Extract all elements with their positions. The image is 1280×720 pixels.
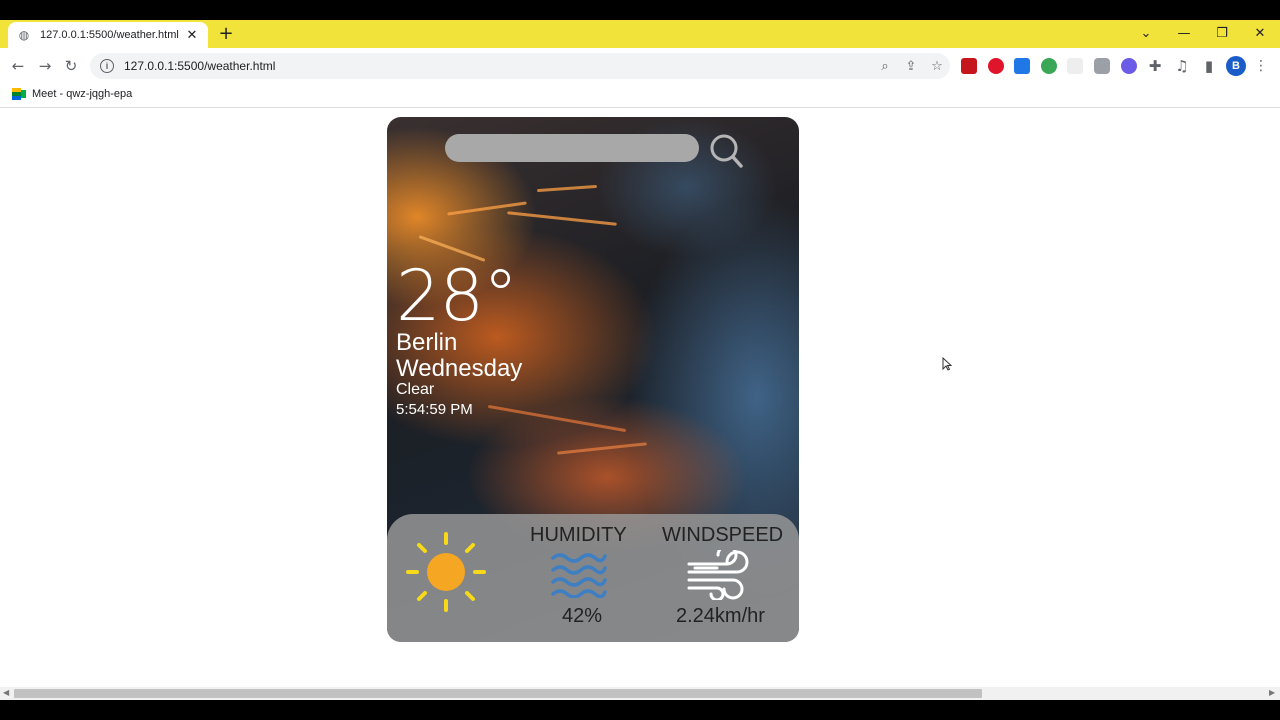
bookmark-label: Meet - qwz-jqgh-epa [32,88,133,100]
cloud-streak [487,404,627,433]
humidity-label: HUMIDITY [530,524,627,546]
scroll-left-arrow-icon[interactable]: ◀ [3,688,9,697]
scrollbar-thumb[interactable] [14,689,982,698]
windspeed-value: 2.24km/hr [676,605,765,627]
purple-extension-icon[interactable] [1121,58,1137,74]
waves-icon [551,553,607,598]
screen: ◍ 127.0.0.1:5500/weather.html ✕ + ⌄ — ❐ … [0,0,1280,720]
blank-extension-icon[interactable] [1067,58,1083,74]
new-tab-button[interactable]: + [216,24,236,44]
browser-toolbar: ← → ↻ i 127.0.0.1:5500/weather.html ⌕ ⇪ … [0,48,1280,84]
sun-icon [406,532,486,612]
restore-button[interactable]: ❐ [1208,24,1236,44]
temperature: 28° [396,255,518,337]
pdf-extension-icon[interactable] [961,58,977,74]
more-menu-icon[interactable]: ⋮ [1254,56,1268,76]
weather-condition: Clear [396,381,435,398]
bookmark-meet[interactable]: Meet - qwz-jqgh-epa [12,88,132,100]
site-info-icon[interactable]: i [100,59,114,73]
globe-icon: ◍ [18,28,30,42]
opera-extension-icon[interactable] [988,58,1004,74]
local-time: 5:54:59 PM [396,401,473,418]
bookmark-star-icon[interactable]: ☆ [924,59,950,74]
humidity-value: 42% [562,605,603,627]
forward-button[interactable]: → [34,55,56,77]
close-tab-icon[interactable]: ✕ [184,28,200,43]
weather-details-panel: HUMIDITY 42% WINDSPEED 2.24km/hr [387,514,799,642]
cloud-streak [507,211,617,226]
page-content: 28° Berlin Wednesday Clear 5:54:59 PM HU… [0,109,1280,687]
meet-icon [12,88,26,100]
cloud-streak [536,184,598,193]
top-frame [0,0,1280,20]
side-panel-icon[interactable]: ▮ [1198,55,1220,77]
day-name: Wednesday [396,355,523,382]
cloud-streak [557,442,647,455]
city-name: Berlin [396,329,458,356]
green-extension-icon[interactable] [1041,58,1057,74]
browser-tab[interactable]: ◍ 127.0.0.1:5500/weather.html ✕ [8,22,208,48]
camera-extension-icon[interactable] [1094,58,1110,74]
bookmarks-bar: Meet - qwz-jqgh-epa [0,84,1280,108]
search-icon[interactable] [709,133,743,169]
tab-strip: ◍ 127.0.0.1:5500/weather.html ✕ [0,20,1280,48]
back-button[interactable]: ← [7,55,29,77]
tab-title: 127.0.0.1:5500/weather.html [40,29,179,41]
wind-icon [687,550,749,600]
windspeed-label: WINDSPEED [662,524,784,546]
city-search-input[interactable] [445,134,699,162]
address-bar[interactable]: i 127.0.0.1:5500/weather.html ⌕ ⇪ ☆ [90,53,950,79]
scroll-right-arrow-icon[interactable]: ▶ [1269,688,1275,697]
close-window-button[interactable]: ✕ [1246,24,1274,44]
blue-extension-icon[interactable] [1014,58,1030,74]
bottom-frame [0,700,1280,720]
weather-card: 28° Berlin Wednesday Clear 5:54:59 PM HU… [387,117,799,642]
minimize-button[interactable]: — [1170,24,1198,44]
extensions-puzzle-icon[interactable]: ✚ [1144,55,1166,77]
tab-search-chevron-icon[interactable]: ⌄ [1132,24,1160,44]
reload-button[interactable]: ↻ [60,55,82,77]
zoom-icon[interactable]: ⌕ [872,59,898,74]
mouse-cursor-icon [942,357,952,371]
share-icon[interactable]: ⇪ [898,59,924,74]
media-control-icon[interactable]: ♫ [1171,55,1193,77]
horizontal-scrollbar[interactable]: ◀ ▶ [0,687,1280,700]
url-text: 127.0.0.1:5500/weather.html [124,59,276,73]
profile-avatar[interactable]: B [1226,56,1246,76]
